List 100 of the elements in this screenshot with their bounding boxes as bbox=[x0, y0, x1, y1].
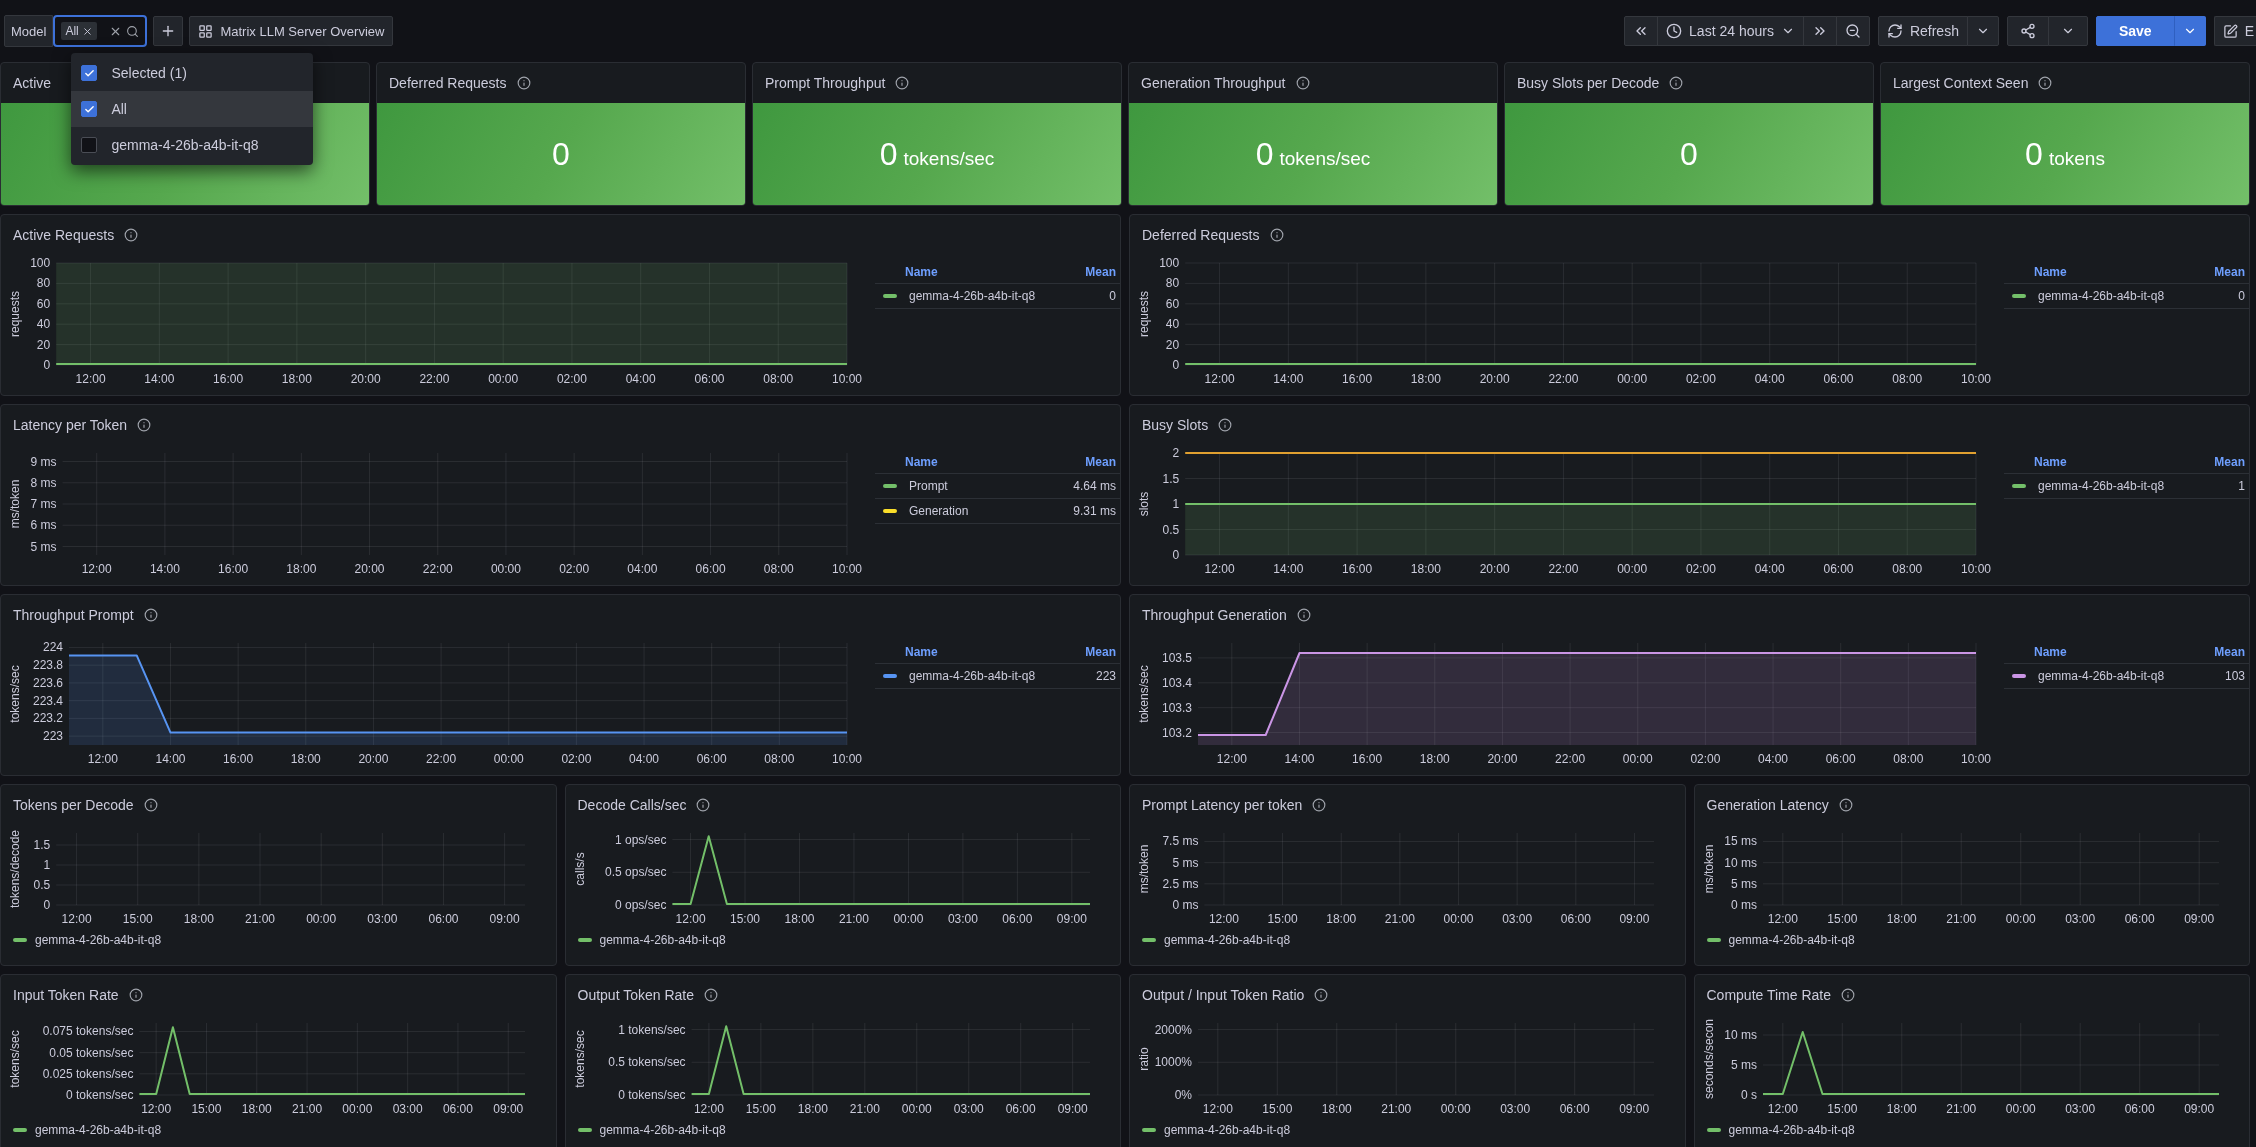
refresh-icon bbox=[1886, 23, 1903, 39]
legend-mean-value: 223 bbox=[1095, 669, 1116, 683]
x-tick-label: 03:00 bbox=[392, 1102, 423, 1116]
panel-title: Active Requests bbox=[13, 227, 115, 243]
legend-series-name[interactable]: gemma-4-26b-a4b-it-q8 bbox=[599, 933, 726, 947]
legend-series-name[interactable]: gemma-4-26b-a4b-it-q8 bbox=[1164, 933, 1291, 947]
y-tick-label: 0.05 tokens/sec bbox=[49, 1045, 134, 1060]
legend-column-header[interactable]: Name bbox=[905, 265, 938, 279]
legend-series-name[interactable]: gemma-4-26b-a4b-it-q8 bbox=[1164, 1123, 1291, 1137]
dashboard-link[interactable]: Matrix LLM Server Overview bbox=[189, 16, 394, 46]
refresh-button[interactable]: Refresh bbox=[1877, 16, 1968, 46]
legend-column-header[interactable]: Mean bbox=[1085, 455, 1116, 469]
legend-series-name[interactable]: Prompt bbox=[909, 479, 948, 493]
menu-option[interactable]: All bbox=[71, 91, 314, 127]
legend-column-header[interactable]: Name bbox=[905, 455, 938, 469]
legend-series-name[interactable]: gemma-4-26b-a4b-it-q8 bbox=[1728, 1123, 1855, 1137]
info-icon[interactable] bbox=[1218, 418, 1233, 432]
x-tick-label: 18:00 bbox=[1321, 1102, 1352, 1116]
legend-column-header[interactable]: Mean bbox=[1085, 645, 1116, 659]
y-axis-label: calls/s bbox=[572, 852, 587, 886]
info-icon[interactable] bbox=[128, 988, 143, 1002]
x-tick-label: 08:00 bbox=[1893, 752, 1924, 766]
x-tick-label: 22:00 bbox=[426, 752, 457, 766]
search-icon bbox=[126, 24, 140, 38]
menu-option[interactable]: gemma-4-26b-a4b-it-q8 bbox=[71, 127, 314, 163]
legend-column-header[interactable]: Name bbox=[905, 645, 938, 659]
stat-value: 0 tokens bbox=[2025, 135, 2105, 173]
menu-option[interactable]: Selected (1) bbox=[71, 55, 314, 91]
model-select-field[interactable]: All bbox=[53, 15, 148, 47]
x-tick-label: 15:00 bbox=[122, 912, 153, 926]
y-tick-label: 10 ms bbox=[1723, 855, 1757, 870]
x-tick-label: 12:00 bbox=[87, 752, 118, 766]
info-icon[interactable] bbox=[143, 608, 158, 622]
x-tick-label: 02:00 bbox=[561, 752, 592, 766]
x-tick-label: 22:00 bbox=[1555, 752, 1586, 766]
legend-series-name[interactable]: gemma-4-26b-a4b-it-q8 bbox=[2038, 669, 2165, 683]
info-icon[interactable] bbox=[1838, 798, 1853, 812]
legend-column-header[interactable]: Mean bbox=[2214, 265, 2245, 279]
panel-title: Generation Throughput bbox=[1141, 75, 1286, 91]
info-icon[interactable] bbox=[1314, 988, 1329, 1002]
x-tick-label: 12:00 bbox=[1208, 912, 1239, 926]
info-icon[interactable] bbox=[143, 798, 158, 812]
y-tick-label: 60 bbox=[36, 296, 51, 311]
checkbox[interactable] bbox=[81, 137, 98, 153]
legend-column-header[interactable]: Name bbox=[2034, 265, 2067, 279]
x-tick-label: 18:00 bbox=[1886, 1102, 1917, 1116]
legend-series-name[interactable]: gemma-4-26b-a4b-it-q8 bbox=[909, 669, 1036, 683]
x-tick-label: 09:00 bbox=[2183, 912, 2214, 926]
time-range-picker[interactable]: Last 24 hours bbox=[1657, 16, 1804, 46]
share-button[interactable] bbox=[2006, 16, 2049, 46]
legend-column-header[interactable]: Name bbox=[2034, 455, 2067, 469]
legend-column-header[interactable]: Name bbox=[2034, 645, 2067, 659]
x-tick-label: 03:00 bbox=[2064, 1102, 2095, 1116]
info-icon[interactable] bbox=[124, 228, 139, 242]
y-tick-label: 5 ms bbox=[30, 539, 57, 554]
x-tick-label: 14:00 bbox=[144, 372, 175, 386]
remove-icon[interactable] bbox=[81, 25, 93, 37]
add-button[interactable] bbox=[153, 16, 184, 46]
info-icon[interactable] bbox=[1669, 76, 1684, 90]
legend-series-name[interactable]: Generation bbox=[909, 504, 969, 518]
legend-series-name[interactable]: gemma-4-26b-a4b-it-q8 bbox=[2038, 289, 2165, 303]
checkbox[interactable] bbox=[81, 65, 98, 81]
x-tick-label: 14:00 bbox=[1273, 372, 1304, 386]
legend-column-header[interactable]: Mean bbox=[1085, 265, 1116, 279]
edit-button[interactable]: E bbox=[2213, 16, 2256, 46]
legend-series-name[interactable]: gemma-4-26b-a4b-it-q8 bbox=[599, 1123, 726, 1137]
info-icon[interactable] bbox=[1295, 76, 1310, 90]
info-icon[interactable] bbox=[2038, 76, 2053, 90]
y-tick-label: 0.5 tokens/sec bbox=[607, 1055, 686, 1070]
legend-series-name[interactable]: gemma-4-26b-a4b-it-q8 bbox=[909, 289, 1036, 303]
x-tick-label: 16:00 bbox=[213, 372, 244, 386]
x-tick-label: 21:00 bbox=[1945, 912, 1976, 926]
legend-series-name[interactable]: gemma-4-26b-a4b-it-q8 bbox=[35, 1123, 162, 1137]
save-button[interactable]: Save bbox=[2095, 16, 2175, 46]
zoom-out-button[interactable] bbox=[1835, 16, 1870, 46]
info-icon[interactable] bbox=[1312, 798, 1327, 812]
info-icon[interactable] bbox=[516, 76, 531, 90]
value-chip[interactable]: All bbox=[61, 22, 97, 40]
info-icon[interactable] bbox=[696, 798, 711, 812]
legend-series-name[interactable]: gemma-4-26b-a4b-it-q8 bbox=[35, 933, 162, 947]
legend-series-name[interactable]: gemma-4-26b-a4b-it-q8 bbox=[1728, 933, 1855, 947]
info-icon[interactable] bbox=[1841, 988, 1855, 1002]
x-tick-label: 04:00 bbox=[1754, 562, 1785, 576]
x-tick-label: 03:00 bbox=[947, 912, 978, 926]
legend-column-header[interactable]: Mean bbox=[2214, 455, 2245, 469]
checkbox[interactable] bbox=[81, 101, 98, 117]
x-tick-label: 14:00 bbox=[149, 562, 180, 576]
info-icon[interactable] bbox=[137, 418, 152, 432]
legend-column-header[interactable]: Mean bbox=[2214, 645, 2245, 659]
time-forward-button[interactable] bbox=[1802, 16, 1837, 46]
info-icon[interactable] bbox=[1269, 228, 1284, 242]
option-label: All bbox=[111, 101, 127, 117]
time-back-button[interactable] bbox=[1624, 16, 1659, 46]
info-icon[interactable] bbox=[1296, 608, 1311, 622]
info-icon[interactable] bbox=[895, 76, 910, 90]
info-icon[interactable] bbox=[704, 988, 718, 1002]
x-tick-label: 18:00 bbox=[1410, 562, 1441, 576]
y-tick-label: 1.5 bbox=[33, 838, 51, 852]
legend-series-name[interactable]: gemma-4-26b-a4b-it-q8 bbox=[2038, 479, 2165, 493]
x-tick-label: 14:00 bbox=[1284, 752, 1315, 766]
